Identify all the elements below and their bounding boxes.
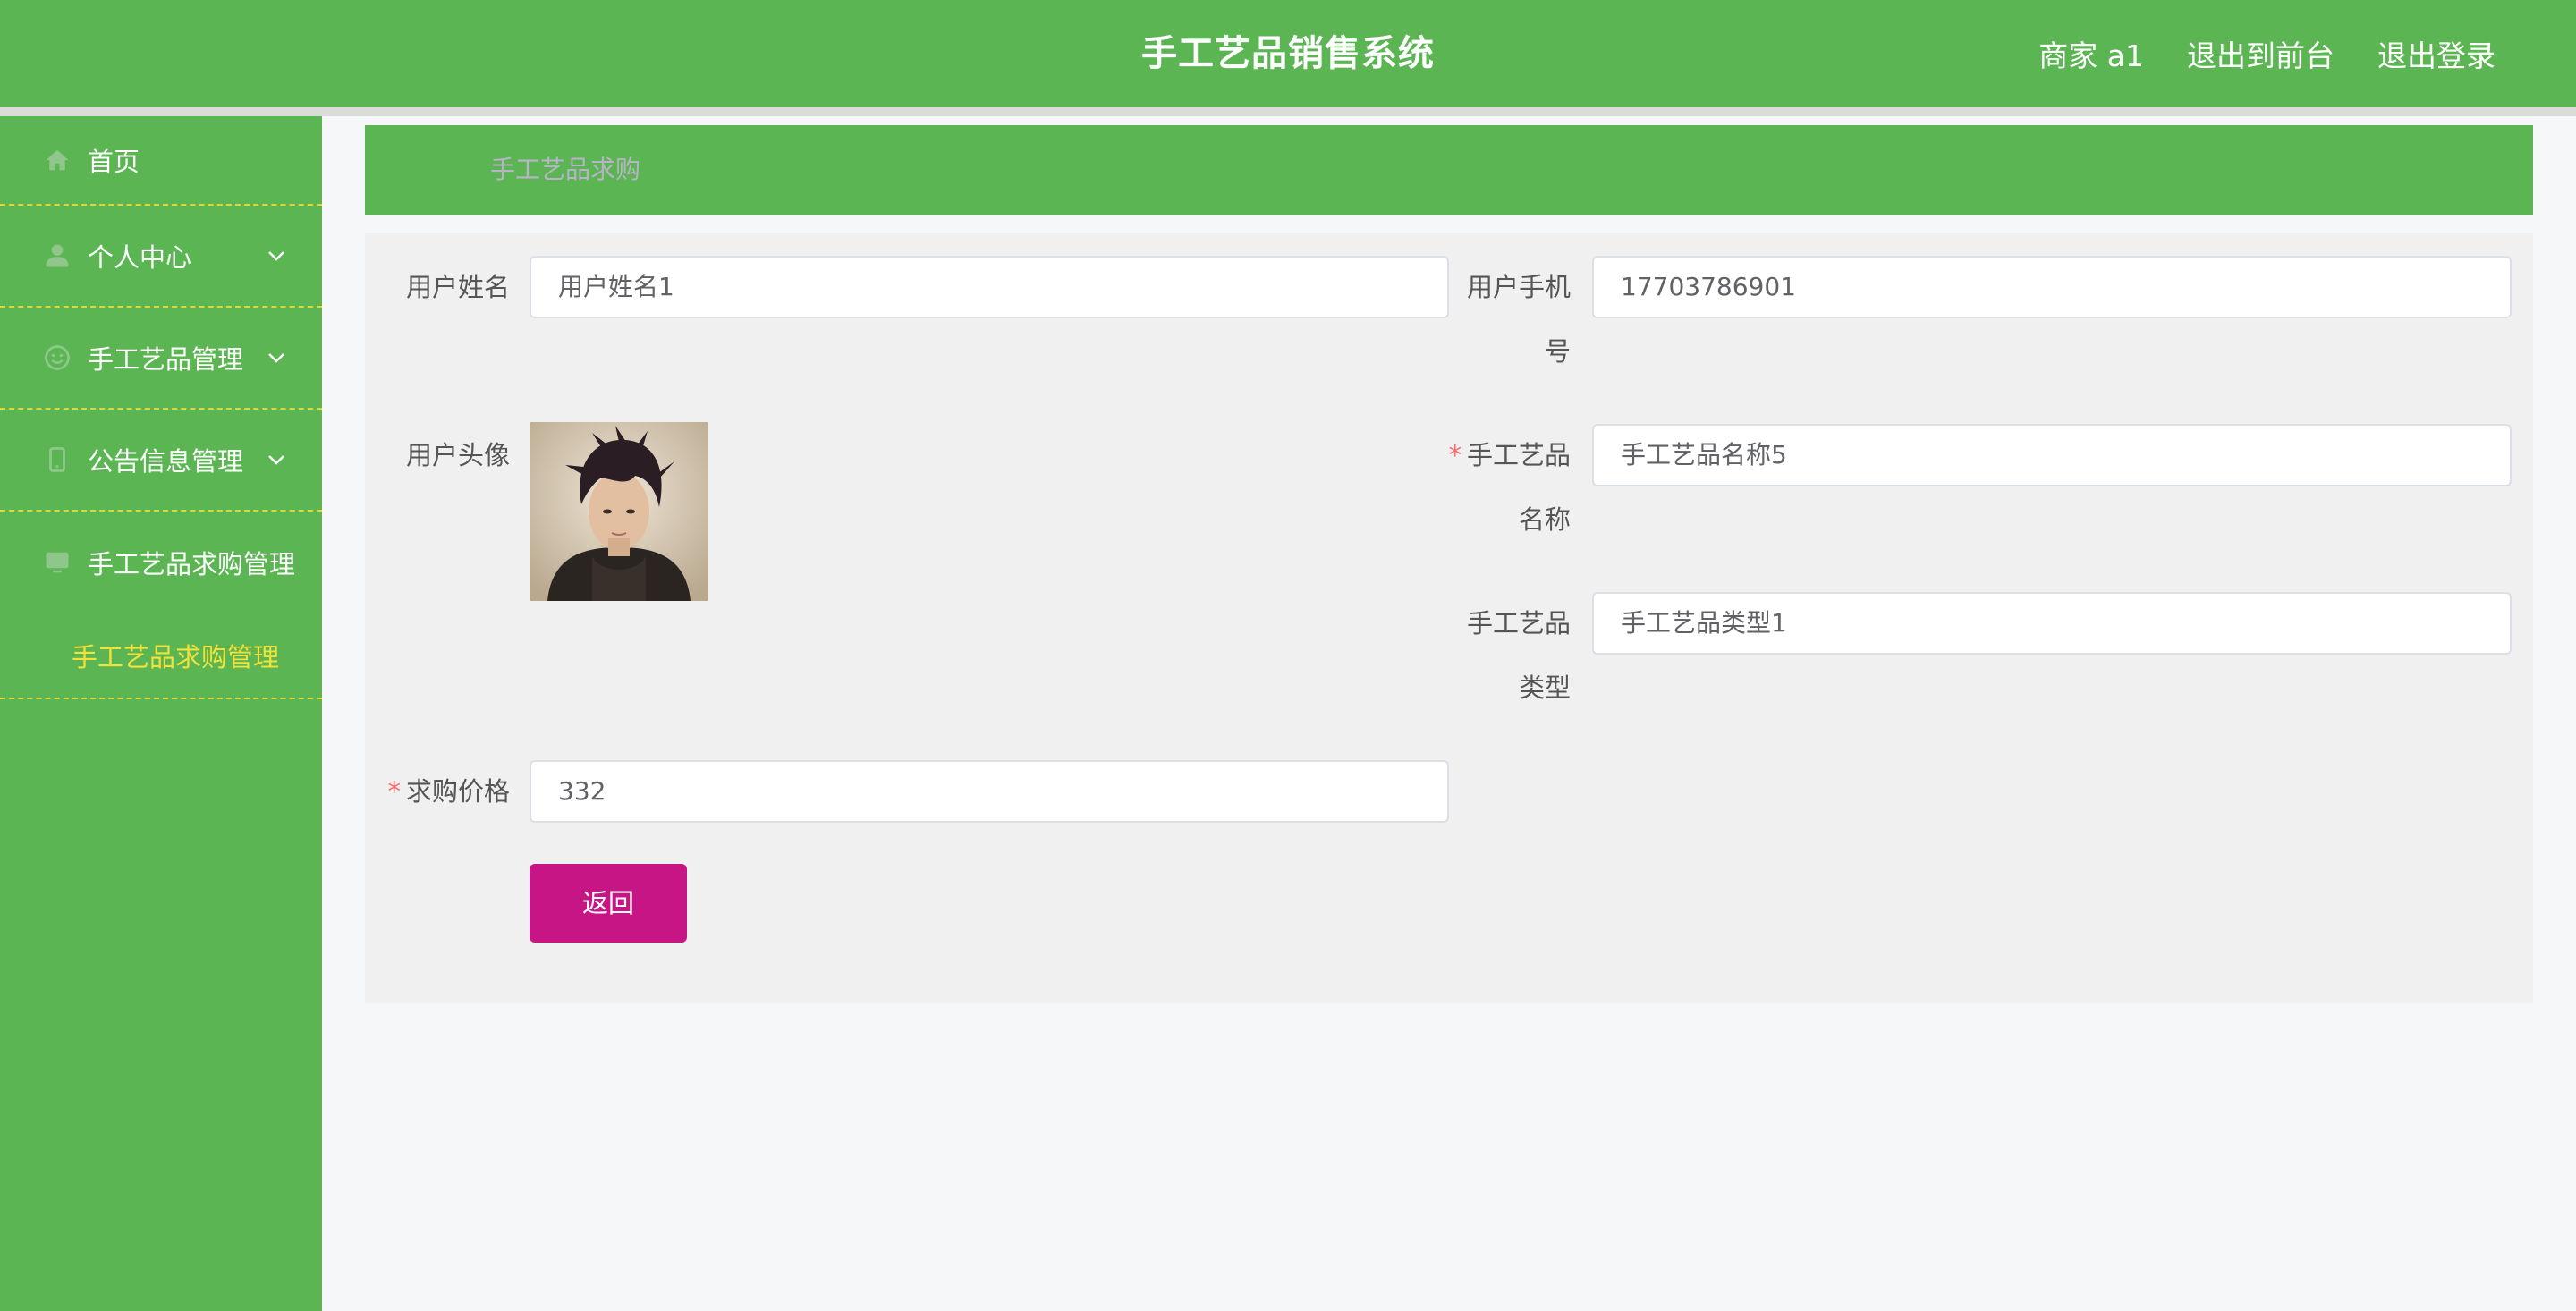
back-button[interactable]: 返回 bbox=[530, 864, 687, 943]
logout-link[interactable]: 退出登录 bbox=[2377, 32, 2496, 75]
product-name-input[interactable]: 手工艺品名称5 bbox=[1592, 424, 2512, 486]
chevron-down-icon bbox=[267, 451, 286, 469]
current-user-label: 商家 a1 bbox=[2038, 38, 2144, 73]
exit-to-frontend-link[interactable]: 退出到前台 bbox=[2187, 32, 2334, 75]
phone-input[interactable]: 17703786901 bbox=[1592, 256, 2512, 318]
phone-icon bbox=[43, 445, 72, 474]
header-links: 商家 a1 退出到前台 退出登录 bbox=[2038, 0, 2496, 107]
required-mark: * bbox=[387, 776, 401, 807]
submenu-item-purchase-management[interactable]: 手工艺品求购管理 bbox=[0, 613, 322, 698]
breadcrumb: 手工艺品求购 bbox=[490, 155, 641, 184]
sidebar-item-personal-center[interactable]: 个人中心 bbox=[0, 206, 322, 308]
price-input[interactable]: 332 bbox=[530, 760, 1449, 823]
user-icon bbox=[43, 241, 72, 270]
sidebar-item-announcement-management[interactable]: 公告信息管理 bbox=[0, 410, 322, 512]
sidebar-item-home[interactable]: 首页 bbox=[0, 116, 322, 206]
sidebar-item-label: 公告信息管理 bbox=[88, 446, 244, 477]
phone-label-line1: 用户手机 bbox=[1466, 272, 1571, 302]
product-type-label-line2: 类型 bbox=[1518, 672, 1571, 703]
product-name-label-line1: * 手工艺品 bbox=[1431, 424, 1571, 486]
user-avatar-image bbox=[530, 422, 708, 601]
sidebar-item-label: 首页 bbox=[88, 147, 140, 177]
top-header: 手工艺品销售系统 商家 a1 退出到前台 退出登录 bbox=[0, 0, 2576, 107]
chevron-down-icon bbox=[267, 247, 286, 265]
page-banner: 手工艺品求购 bbox=[365, 125, 2533, 215]
product-type-input[interactable]: 手工艺品类型1 bbox=[1592, 592, 2512, 655]
avatar-label: 用户头像 bbox=[405, 440, 510, 470]
phone-label-line2: 号 bbox=[1544, 336, 1571, 367]
chevron-down-icon bbox=[267, 349, 286, 367]
sidebar-item-label: 手工艺品求购管理 bbox=[88, 549, 296, 579]
username-label: 用户姓名 bbox=[405, 272, 510, 302]
sidebar-item-label: 个人中心 bbox=[88, 242, 192, 273]
product-type-label-line1: 手工艺品 bbox=[1466, 608, 1571, 639]
monitor-icon bbox=[43, 548, 72, 577]
sidebar: 首页 个人中心 手工艺品管理 公告信息管理 手工艺品求购管理 手工艺品求购管理 bbox=[0, 116, 322, 1311]
sidebar-item-label: 手工艺品管理 bbox=[88, 344, 244, 375]
price-label-text: 求购价格 bbox=[405, 776, 510, 807]
sidebar-item-craft-management[interactable]: 手工艺品管理 bbox=[0, 308, 322, 410]
sidebar-group-purchase: 手工艺品求购管理 手工艺品求购管理 bbox=[0, 512, 322, 699]
username-input[interactable]: 用户姓名1 bbox=[530, 256, 1449, 318]
product-name-label-line2: 名称 bbox=[1518, 504, 1571, 535]
product-name-label-text: 手工艺品 bbox=[1466, 440, 1571, 470]
price-label: * 求购价格 bbox=[376, 760, 510, 823]
sidebar-item-purchase-management[interactable]: 手工艺品求购管理 bbox=[0, 512, 322, 613]
home-icon bbox=[43, 146, 72, 174]
smile-icon bbox=[43, 343, 72, 372]
required-mark: * bbox=[1448, 440, 1462, 470]
header-divider bbox=[0, 107, 2576, 116]
